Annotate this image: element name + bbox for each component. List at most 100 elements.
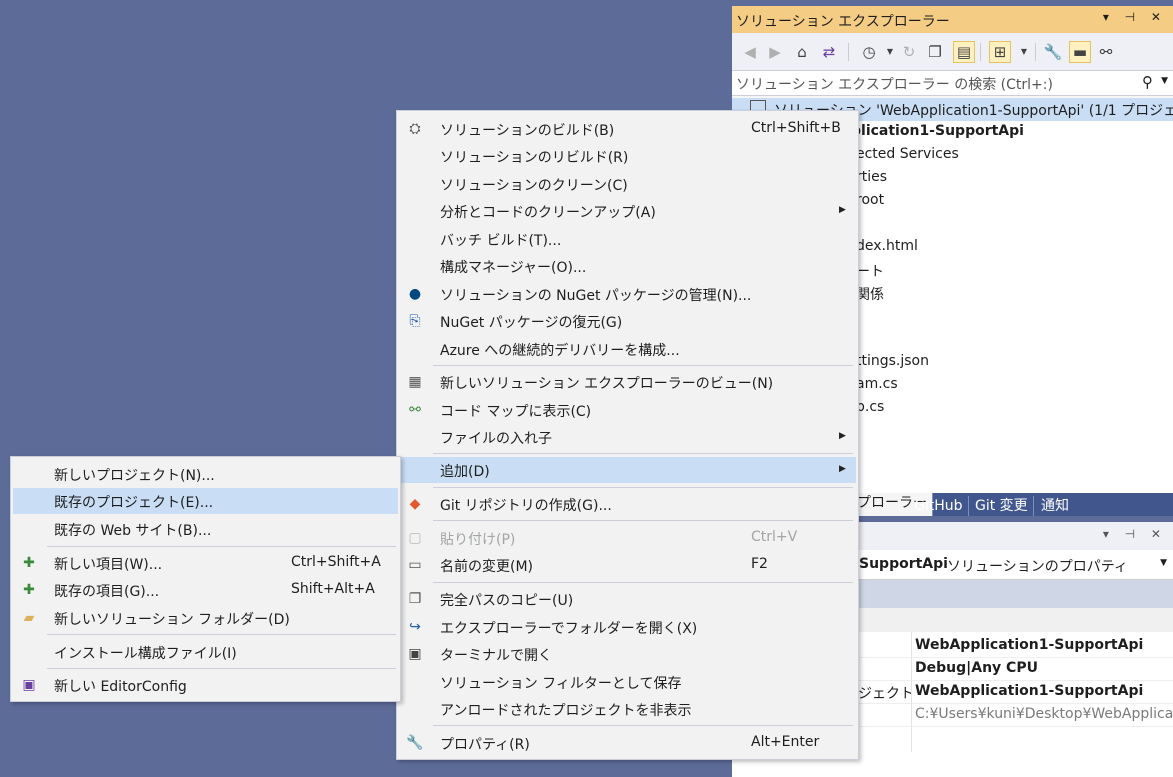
forward-icon[interactable]: ▶: [765, 42, 785, 62]
menu-label: 新しいソリューション エクスプローラーのビュー(N): [440, 376, 774, 392]
menu-item-clean[interactable]: ソリューションのクリーン(C): [399, 171, 856, 197]
tree-item[interactable]: ート: [856, 261, 884, 281]
menu-item-batch-build[interactable]: バッチ ビルド(T)...: [399, 226, 856, 252]
menu-label: プロパティ(R): [440, 737, 530, 753]
tree-item[interactable]: ttings.json: [856, 353, 929, 369]
restore-icon: ⎘: [409, 313, 421, 329]
menu-item-code-map[interactable]: ⚯ コード マップに表示(C): [399, 397, 856, 423]
property-value[interactable]: Debug|Any CPU: [915, 660, 1038, 676]
search-input[interactable]: ソリューション エクスプローラー の検索 (Ctrl+:): [736, 74, 1053, 94]
submenu-item-new-item[interactable]: ✚ 新しい項目(W)... Ctrl+Shift+A: [13, 550, 398, 576]
search-icon[interactable]: ⚲: [1142, 73, 1153, 91]
code-map-icon: ⚯: [409, 402, 421, 418]
solution-explorer-search[interactable]: ソリューション エクスプローラー の検索 (Ctrl+:) ⚲ ▼: [732, 71, 1173, 96]
refresh-icon[interactable]: ↻: [899, 42, 919, 62]
menu-item-config-manager[interactable]: 構成マネージャー(O)...: [399, 253, 856, 279]
menu-label: 既存のプロジェクト(E)...: [54, 495, 214, 511]
menu-item-file-nesting[interactable]: ファイルの入れ子 ▶: [399, 424, 856, 450]
submenu-item-existing-website[interactable]: 既存の Web サイト(B)...: [13, 516, 398, 542]
switch-view-icon[interactable]: ⇄: [819, 42, 839, 62]
menu-item-paste[interactable]: ▢ 貼り付け(P) Ctrl+V: [399, 525, 856, 551]
menu-item-copy-path[interactable]: ❐ 完全パスのコピー(U): [399, 586, 856, 612]
submenu-item-install-config[interactable]: インストール構成ファイル(I): [13, 639, 398, 665]
show-all-files-icon[interactable]: ▤: [953, 41, 975, 63]
menu-item-rebuild[interactable]: ソリューションのリビルド(R): [399, 143, 856, 169]
chevron-down-icon[interactable]: ▼: [880, 42, 900, 62]
preview-icon[interactable]: ▬: [1069, 41, 1091, 63]
menu-item-add[interactable]: 追加(D) ▶: [399, 457, 856, 483]
submenu-item-existing-item[interactable]: ✚ 既存の項目(G)... Shift+Alt+A: [13, 577, 398, 603]
tree-item[interactable]: p.cs: [856, 399, 884, 415]
submenu-item-new-editorconfig[interactable]: ▣ 新しい EditorConfig: [13, 672, 398, 698]
back-icon[interactable]: ◀: [740, 42, 760, 62]
submenu-item-new-solution-folder[interactable]: ▰ 新しいソリューション フォルダー(D): [13, 605, 398, 631]
submenu-arrow-icon: ▶: [839, 205, 846, 215]
window-controls[interactable]: ▾ ⊣ ✕: [1103, 527, 1167, 541]
menu-item-build[interactable]: ⛭ ソリューションのビルド(B) Ctrl+Shift+B: [399, 116, 856, 142]
menu-item-nuget-manage[interactable]: ● ソリューションの NuGet パッケージの管理(N)...: [399, 281, 856, 307]
menu-label: インストール構成ファイル(I): [54, 646, 237, 662]
git-icon: ◆: [409, 496, 421, 512]
tree-item[interactable]: root: [856, 192, 884, 208]
property-key: ジェクト: [858, 686, 914, 702]
tree-item[interactable]: 関係: [856, 284, 884, 304]
menu-item-new-view[interactable]: ▦ 新しいソリューション エクスプローラーのビュー(N): [399, 369, 856, 395]
menu-item-properties[interactable]: 🔧 プロパティ(R) Alt+Enter: [399, 730, 856, 756]
new-view-icon: ▦: [408, 374, 422, 390]
tree-item[interactable]: ected Services: [856, 146, 959, 162]
menu-label: NuGet パッケージの復元(G): [440, 315, 623, 331]
menu-label: ファイルの入れ子: [440, 431, 552, 447]
menu-item-create-git-repo[interactable]: ◆ Git リポジトリの作成(G)...: [399, 491, 856, 517]
tab-notifications[interactable]: 通知: [1036, 496, 1074, 516]
menu-item-azure-cd[interactable]: Azure への継続的デリバリーを構成...: [399, 336, 856, 362]
menu-shortcut: Ctrl+Shift+A: [291, 554, 381, 570]
menu-label: ソリューションのリビルド(R): [440, 150, 629, 166]
window-controls[interactable]: ▾ ⊣ ✕: [1103, 10, 1167, 24]
chevron-down-icon[interactable]: ▼: [1161, 76, 1168, 86]
chevron-down-icon[interactable]: ▼: [1160, 558, 1167, 568]
property-value[interactable]: C:¥Users¥kuni¥Desktop¥WebApplica: [915, 706, 1173, 722]
add-submenu: 新しいプロジェクト(N)... 既存のプロジェクト(E)... 既存の Web …: [10, 456, 401, 702]
menu-separator: [433, 487, 853, 488]
menu-item-hide-unloaded[interactable]: アンロードされたプロジェクトを非表示: [399, 696, 856, 722]
menu-item-open-terminal[interactable]: ▣ ターミナルで開く: [399, 641, 856, 667]
existing-item-icon: ✚: [23, 582, 35, 598]
menu-shortcut: Ctrl+Shift+B: [751, 120, 841, 136]
menu-label: エクスプローラーでフォルダーを開く(X): [440, 621, 698, 637]
home-icon[interactable]: ⌂: [792, 42, 812, 62]
menu-item-open-in-explorer[interactable]: ↪ エクスプローラーでフォルダーを開く(X): [399, 614, 856, 640]
tree-item[interactable]: am.cs: [856, 376, 898, 392]
menu-label: ソリューション フィルターとして保存: [440, 676, 682, 692]
property-value[interactable]: WebApplication1-SupportApi: [915, 637, 1143, 653]
menu-shortcut: Shift+Alt+A: [291, 581, 375, 597]
solution-context-menu: ⛭ ソリューションのビルド(B) Ctrl+Shift+B ソリューションのリビ…: [396, 110, 859, 760]
menu-separator: [47, 668, 396, 669]
toolbar-separator: [980, 43, 981, 61]
wrench-icon: 🔧: [406, 735, 424, 751]
copy-icon: ❐: [408, 591, 422, 607]
history-icon[interactable]: ◷: [859, 42, 879, 62]
tree-item-project[interactable]: plication1-SupportApi: [851, 123, 1024, 139]
property-value[interactable]: WebApplication1-SupportApi: [915, 683, 1143, 699]
menu-label: 新しいプロジェクト(N)...: [54, 468, 215, 484]
tab-github[interactable]: GitHub: [909, 496, 969, 516]
properties-wrench-icon[interactable]: 🔧: [1043, 42, 1063, 62]
menu-label: 新しいソリューション フォルダー(D): [54, 612, 290, 628]
submenu-item-new-project[interactable]: 新しいプロジェクト(N)...: [13, 461, 398, 487]
tree-item[interactable]: dex.html: [856, 238, 918, 254]
chevron-down-icon[interactable]: ▼: [1014, 42, 1034, 62]
new-item-icon: ✚: [23, 555, 35, 571]
submenu-item-existing-project[interactable]: 既存のプロジェクト(E)...: [13, 488, 398, 514]
menu-shortcut: Alt+Enter: [751, 734, 820, 750]
sync-icon[interactable]: ⊞: [989, 41, 1011, 63]
tab-git-changes[interactable]: Git 変更: [970, 496, 1034, 516]
paste-icon: ▢: [408, 530, 422, 546]
code-map-icon[interactable]: ⚯: [1096, 42, 1116, 62]
menu-item-analyze-cleanup[interactable]: 分析とコードのクリーンアップ(A) ▶: [399, 198, 856, 224]
menu-item-save-filter[interactable]: ソリューション フィルターとして保存: [399, 669, 856, 695]
menu-item-nuget-restore[interactable]: ⎘ NuGet パッケージの復元(G): [399, 308, 856, 334]
terminal-icon: ▣: [408, 646, 422, 662]
menu-item-rename[interactable]: ▭ 名前の変更(M) F2: [399, 552, 856, 578]
tree-item[interactable]: rties: [856, 169, 887, 185]
collapse-all-icon[interactable]: ❐: [925, 42, 945, 62]
